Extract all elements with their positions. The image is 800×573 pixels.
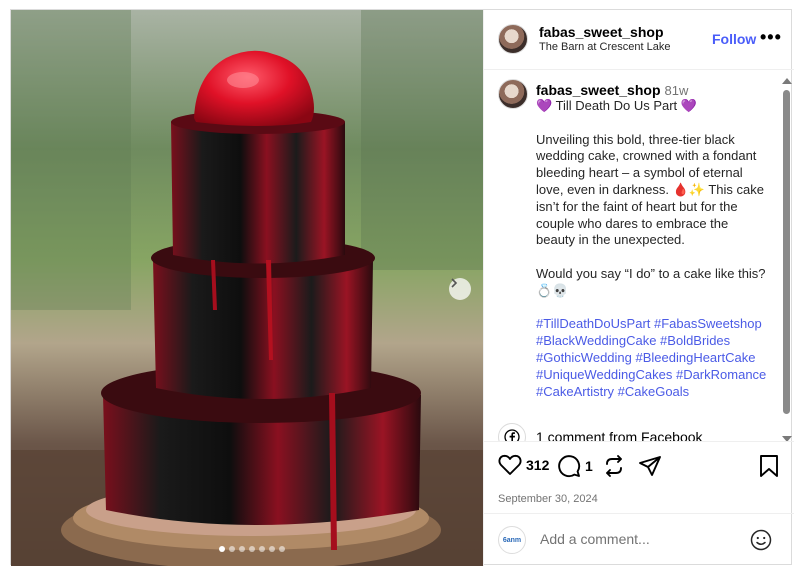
post-age[interactable]: 81w (665, 83, 689, 98)
carousel-dot (259, 546, 265, 552)
post-dialog: fabas_sweet_shop The Barn at Crescent La… (10, 9, 794, 566)
caption-username[interactable]: fabas_sweet_shop (536, 82, 661, 98)
carousel-dot (279, 546, 285, 552)
facebook-icon (498, 423, 526, 441)
caption-header: fabas_sweet_shop 81w (536, 82, 688, 98)
caption-body: Unveiling this bold, three-tier black we… (536, 131, 764, 248)
caption-title: 💜 Till Death Do Us Part 💜 (536, 98, 697, 113)
carousel-dot (249, 546, 255, 552)
header-username[interactable]: fabas_sweet_shop (539, 24, 664, 40)
send-icon (639, 456, 661, 476)
post-header: fabas_sweet_shop The Barn at Crescent La… (484, 10, 794, 70)
carousel-dot (239, 546, 245, 552)
save-button[interactable] (758, 454, 780, 478)
caption-question: Would you say “I do” to a cake like this… (536, 265, 766, 298)
post-side-panel: fabas_sweet_shop The Barn at Crescent La… (483, 10, 794, 566)
follow-button[interactable]: Follow (712, 31, 756, 47)
comments-scroll-area[interactable]: fabas_sweet_shop 81w 💜 Till Death Do Us P… (484, 71, 794, 441)
avatar[interactable] (498, 24, 528, 54)
like-count[interactable]: 312 (526, 457, 549, 473)
send-button[interactable] (638, 454, 662, 478)
scroll-up-icon[interactable] (782, 78, 792, 84)
current-user-avatar: 6anm (498, 526, 526, 554)
next-arrow-icon (451, 278, 458, 288)
share-button[interactable] (602, 454, 626, 478)
carousel-dots (219, 546, 285, 552)
cake-photo (11, 10, 483, 566)
location-link[interactable]: The Barn at Crescent Lake (539, 41, 670, 53)
comment-input[interactable] (540, 531, 730, 547)
facebook-comments-link[interactable]: 1 comment from Facebook (536, 429, 703, 441)
heart-icon (498, 454, 522, 475)
comment-bar: 6anm (484, 513, 794, 566)
emoji-picker-button[interactable] (750, 529, 772, 556)
bookmark-icon (760, 455, 778, 477)
action-bar: 312 1 September 30, 2024 (484, 441, 794, 513)
carousel-dot (269, 546, 275, 552)
facebook-comments-row[interactable]: 1 comment from Facebook (498, 423, 703, 441)
carousel-dot (219, 546, 225, 552)
post-date[interactable]: September 30, 2024 (498, 493, 598, 505)
scrollbar-thumb[interactable] (783, 90, 790, 414)
comment-count[interactable]: 1 (585, 458, 593, 474)
share-icon (606, 455, 622, 477)
caption-avatar[interactable] (498, 79, 528, 109)
scrollbar[interactable] (780, 74, 792, 446)
comment-icon (558, 455, 581, 478)
emoji-icon (750, 529, 772, 551)
comment-button[interactable]: 1 (557, 454, 593, 478)
more-options-icon[interactable]: ••• (760, 27, 782, 48)
like-button[interactable]: 312 (498, 454, 549, 476)
caption: 💜 Till Death Do Us Part 💜 Unveiling this… (536, 98, 768, 417)
hashtags[interactable]: #TillDeathDoUsPart #FabasSweetshop #Blac… (536, 316, 768, 400)
carousel-dot (229, 546, 235, 552)
post-media[interactable] (11, 10, 483, 566)
next-slide-button[interactable] (449, 278, 471, 300)
